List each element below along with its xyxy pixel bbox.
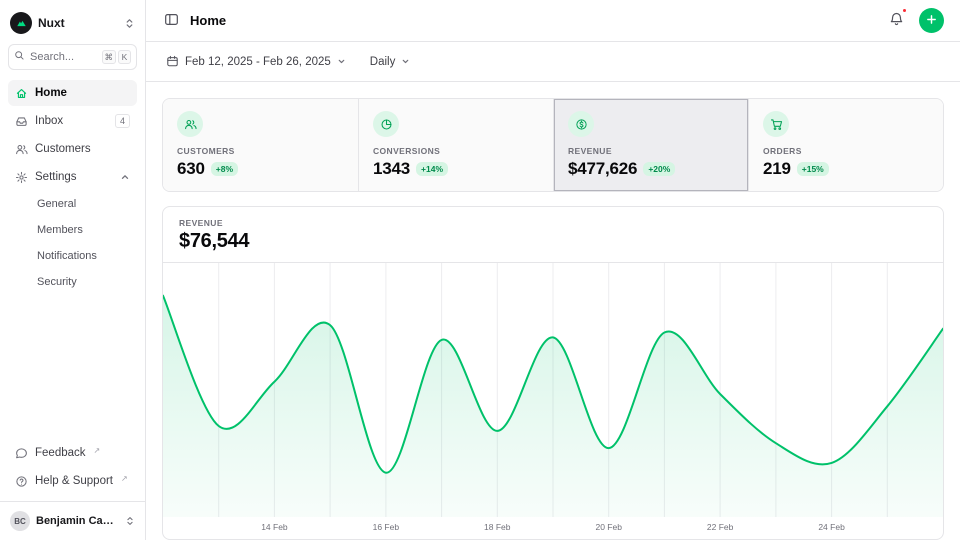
sidebar-item-label: Settings [35,171,77,183]
date-range-picker[interactable]: Feb 12, 2025 - Feb 26, 2025 [158,50,354,73]
date-range-label: Feb 12, 2025 - Feb 26, 2025 [185,56,331,68]
cart-icon [763,111,789,137]
chevron-up-down-icon [124,18,135,29]
x-axis-label: 16 Feb [373,522,399,532]
stat-card-customers[interactable]: CUSTOMERS 630 +8% [163,99,358,191]
sidebar-nav: Home Inbox 4 Customers Settings [8,80,137,294]
top-header: Home [146,0,960,42]
workspace-name: Nuxt [38,16,65,30]
user-menu[interactable]: BC Benjamin Canac [0,501,145,540]
calendar-icon [166,55,179,68]
notifications-button[interactable] [887,10,906,32]
stat-card-orders[interactable]: ORDERS 219 +15% [748,99,943,191]
kbd-k: K [118,50,131,64]
stat-value: 630 [177,159,205,179]
dollar-circle-icon [568,111,594,137]
revenue-chart-card: REVENUE $76,544 14 Feb 16 Feb 18 Feb 20 Feb… [162,206,944,540]
sidebar-item-label: Customers [35,143,91,155]
search-shortcut: ⌘ K [102,50,132,64]
x-axis-label: 14 Feb [261,522,287,532]
sidebar-item-label: Help & Support [35,475,113,487]
chat-bubble-icon [15,447,28,460]
stat-label: CONVERSIONS [373,146,539,156]
chart-metric-value: $76,544 [179,230,927,253]
sidebar-item-label: Feedback [35,447,86,459]
panel-collapse-icon [164,12,179,30]
sidebar-item-notifications[interactable]: Notifications [8,244,137,268]
stat-delta-badge: +14% [416,162,448,176]
stat-delta-badge: +15% [797,162,829,176]
question-circle-icon [15,475,28,488]
filter-toolbar: Feb 12, 2025 - Feb 26, 2025 Daily [146,42,960,82]
sidebar-toggle-button[interactable] [162,10,181,32]
page-title: Home [190,13,226,28]
sidebar: Nuxt Search... ⌘ K Home [0,0,146,540]
sidebar-item-home[interactable]: Home [8,80,137,106]
stat-value: 1343 [373,159,410,179]
stat-delta-badge: +8% [211,162,238,176]
x-axis-label: 18 Feb [484,522,510,532]
stat-label: CUSTOMERS [177,146,344,156]
search-icon [14,50,25,64]
stats-row: CUSTOMERS 630 +8% CONVERSIONS 1343 +14% [162,98,944,192]
sidebar-footer: Feedback ↗ Help & Support ↗ [8,440,137,501]
sidebar-item-customers[interactable]: Customers [8,136,137,162]
revenue-area-chart [163,263,943,517]
stat-delta-badge: +20% [643,162,675,176]
main-panel: Home Feb 12, 2 [146,0,960,540]
external-link-icon: ↗ [94,446,101,455]
notification-dot [902,8,907,13]
x-axis-label: 22 Feb [707,522,733,532]
chart-header: REVENUE $76,544 [163,207,943,263]
inbox-icon [15,115,28,128]
chart-plot [163,263,943,517]
sidebar-item-general[interactable]: General [8,192,137,216]
gear-icon [15,171,28,184]
granularity-select[interactable]: Daily [362,51,419,73]
plus-icon [926,13,937,28]
users-icon [15,143,28,156]
page-content: CUSTOMERS 630 +8% CONVERSIONS 1343 +14% [146,82,960,540]
chevron-up-icon [120,172,130,182]
inbox-count-badge: 4 [115,114,130,128]
home-icon [15,87,28,100]
sidebar-item-members[interactable]: Members [8,218,137,242]
stat-card-revenue[interactable]: REVENUE $477,626 +20% [553,99,748,191]
granularity-label: Daily [370,56,396,68]
chart-x-axis: 14 Feb 16 Feb 18 Feb 20 Feb 22 Feb 24 Feb [163,517,943,539]
header-actions [887,8,944,33]
sidebar-item-label: Home [35,87,67,99]
chevron-up-down-icon [125,516,135,526]
sidebar-item-settings[interactable]: Settings [8,164,137,190]
sidebar-item-inbox[interactable]: Inbox 4 [8,108,137,134]
user-name: Benjamin Canac [36,515,119,527]
kbd-cmd: ⌘ [102,50,117,64]
nuxt-logo-icon [10,12,32,34]
search-placeholder: Search... [30,51,97,63]
stat-label: REVENUE [568,146,734,156]
sidebar-item-feedback[interactable]: Feedback ↗ [8,440,137,466]
sidebar-item-security[interactable]: Security [8,270,137,294]
chevron-down-icon [337,57,346,66]
sidebar-item-help-support[interactable]: Help & Support ↗ [8,468,137,494]
users-icon [177,111,203,137]
stat-value: 219 [763,159,791,179]
stat-card-conversions[interactable]: CONVERSIONS 1343 +14% [358,99,553,191]
chart-metric-label: REVENUE [179,218,927,228]
add-button[interactable] [919,8,944,33]
chevron-down-icon [401,57,410,66]
workspace-selector[interactable]: Nuxt [8,10,137,44]
x-axis-label: 24 Feb [818,522,844,532]
chart-pie-icon [373,111,399,137]
stat-label: ORDERS [763,146,929,156]
app-window: Nuxt Search... ⌘ K Home [0,0,960,540]
sidebar-item-label: Inbox [35,115,63,127]
x-axis-label: 20 Feb [595,522,621,532]
stat-value: $477,626 [568,159,637,179]
search-input[interactable]: Search... ⌘ K [8,44,137,70]
external-link-icon: ↗ [121,474,128,483]
bell-icon [889,12,904,30]
avatar: BC [10,511,30,531]
